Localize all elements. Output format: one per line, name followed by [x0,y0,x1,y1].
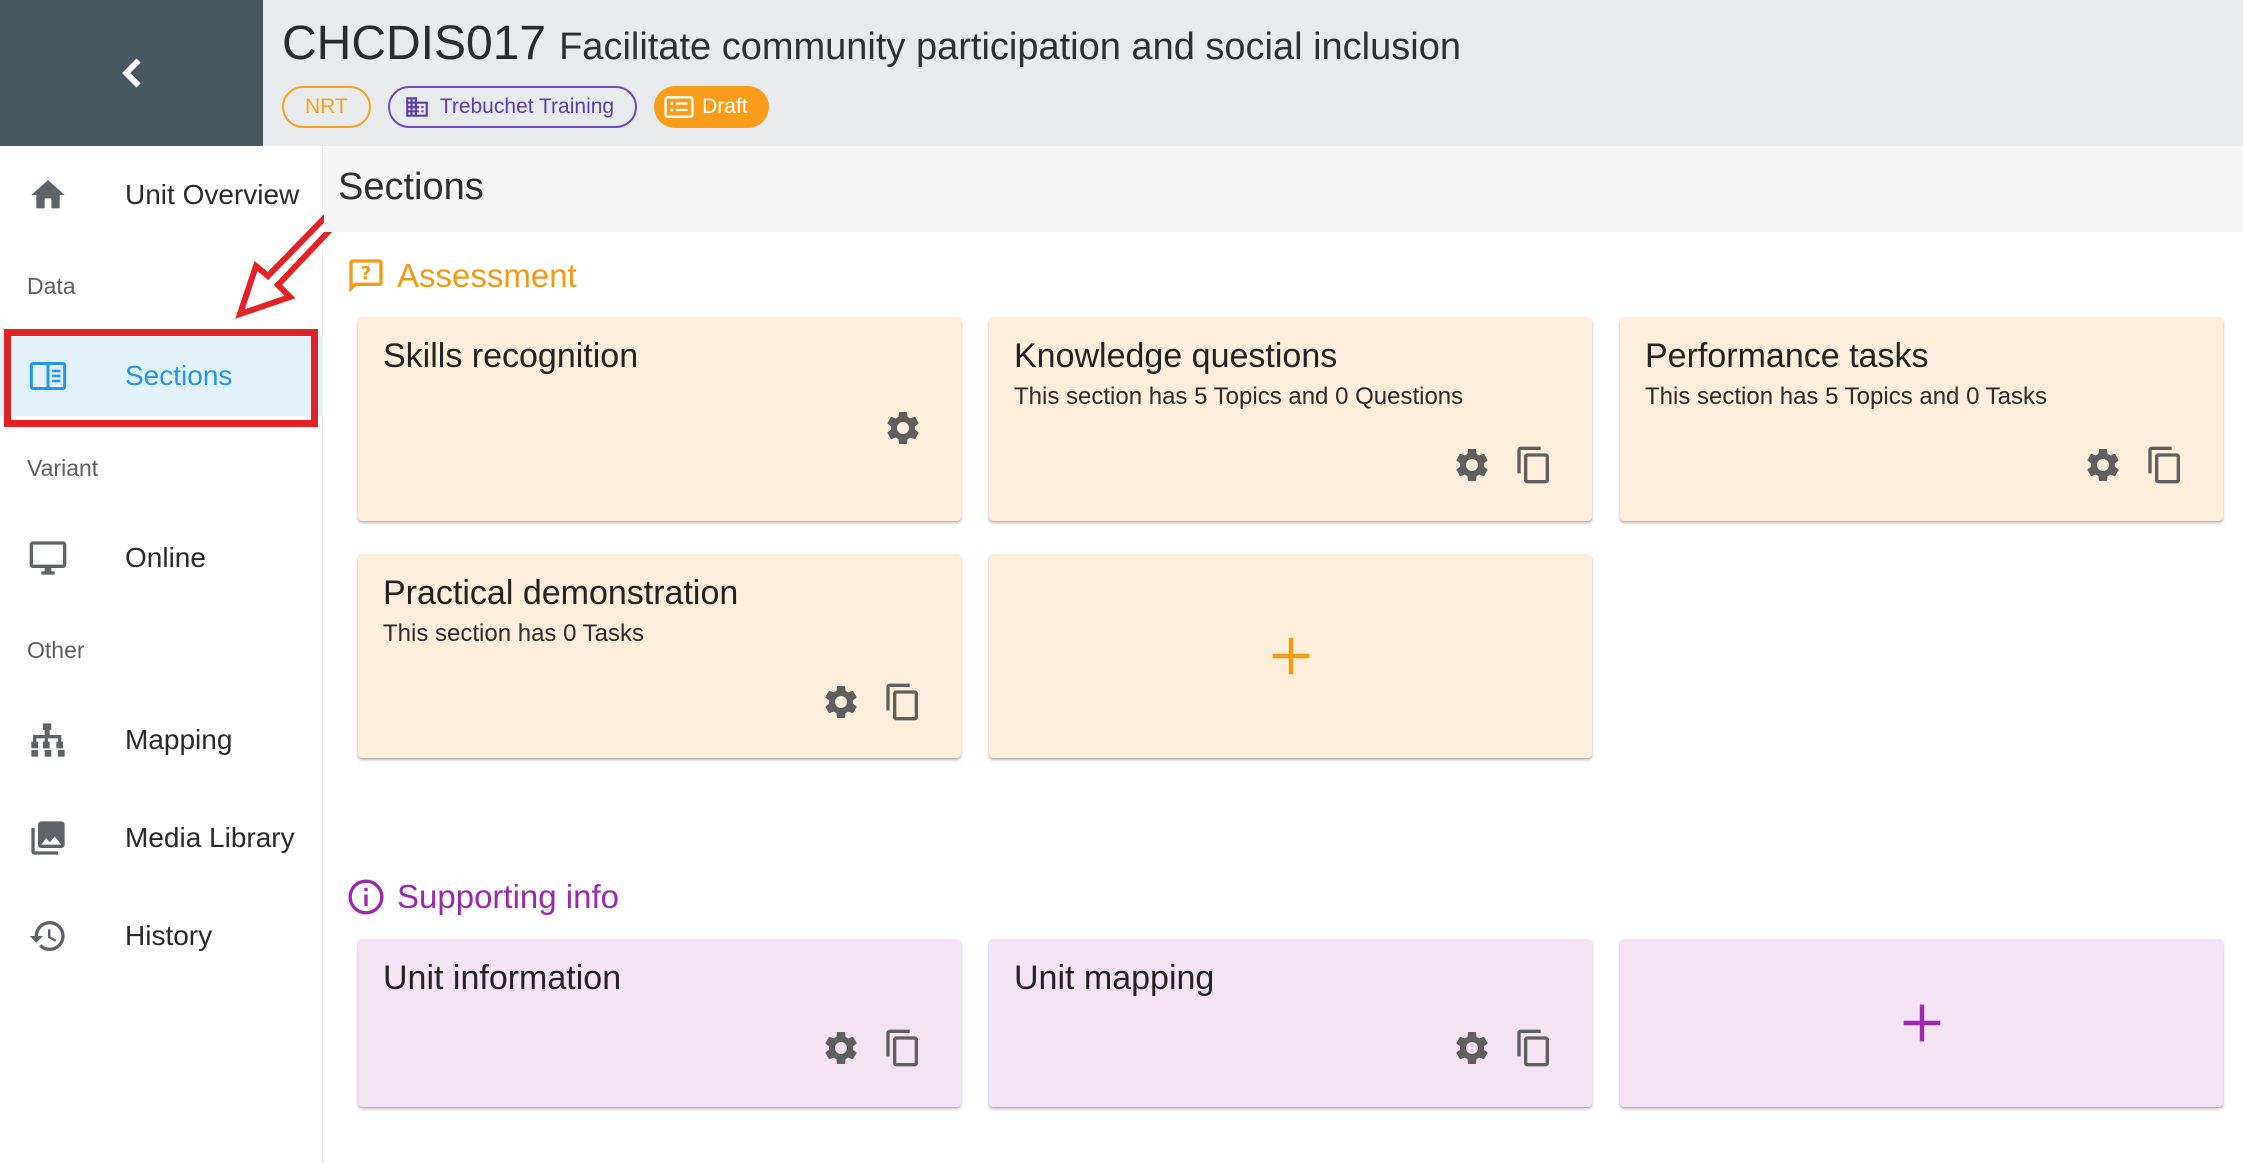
nrt-chip-label: NRT [305,95,348,118]
card-title: Skills recognition [383,337,639,375]
plus-icon [1903,1004,1940,1042]
unit-title: CHCDIS017 Facilitate community participa… [282,16,2243,71]
sidebar-item-online[interactable]: Online [0,518,323,598]
section-card-skills-recognition[interactable]: Skills recognition [358,317,961,521]
add-assessment-section-button[interactable] [989,554,1592,758]
copy-icon [1517,1029,1549,1067]
settings-button[interactable] [819,1026,863,1070]
settings-button[interactable] [1450,443,1494,487]
duplicate-button[interactable] [881,680,925,724]
copy-icon [1517,446,1549,484]
assessment-heading-label: Assessment [397,257,577,294]
section-card-unit-information[interactable]: Unit information [358,939,961,1107]
section-card-unit-mapping[interactable]: Unit mapping [989,939,1592,1107]
sidebar-group-data: Data [27,273,76,299]
plus-icon [1272,637,1309,675]
sidebar-item-mapping[interactable]: Mapping [0,700,323,780]
sidebar-item-label: Mapping [125,724,233,755]
supporting-info-heading: Supporting info [346,877,619,917]
card-actions [819,1026,925,1070]
photo-library-icon [27,817,69,859]
duplicate-button[interactable] [1512,1026,1556,1070]
page-title-bar: Sections [324,146,2243,232]
card-subtitle: This section has 5 Topics and 0 Tasks [1645,383,2047,410]
settings-button[interactable] [2081,443,2125,487]
card-title: Unit mapping [1014,959,1215,997]
main-content: Sections ? Assessment Skills recognition… [324,146,2243,1163]
duplicate-button[interactable] [1512,443,1556,487]
card-actions [1450,1026,1556,1070]
section-card-practical-demonstration[interactable]: Practical demonstration This section has… [358,554,961,758]
duplicate-button[interactable] [881,1026,925,1070]
sidebar-item-history[interactable]: History [0,896,323,976]
gear-icon [1456,1032,1488,1064]
card-actions [881,406,925,450]
gear-icon [2087,449,2119,481]
header-info: CHCDIS017 Facilitate community participa… [263,0,2243,146]
organisation-chip[interactable]: Trebuchet Training [387,86,638,128]
list-status-icon [664,96,694,118]
card-subtitle: This section has 0 Tasks [383,620,645,647]
gear-icon [1456,449,1488,481]
section-card-knowledge-questions[interactable]: Knowledge questions This section has 5 T… [989,317,1592,521]
home-icon [27,174,69,216]
status-badge-label: Draft [702,95,748,118]
card-actions [2081,443,2187,487]
supporting-info-heading-label: Supporting info [397,878,619,915]
duplicate-button[interactable] [2143,443,2187,487]
card-title: Practical demonstration [383,574,739,612]
history-icon [27,915,69,957]
sidebar-item-media-library[interactable]: Media Library [0,798,323,878]
sidebar-item-label: Media Library [125,822,295,853]
copy-icon [2148,446,2180,484]
unit-code: CHCDIS017 [282,17,547,70]
card-subtitle: This section has 5 Topics and 0 Question… [1014,383,1464,410]
building-icon [405,97,428,117]
settings-button[interactable] [1450,1026,1494,1070]
add-supporting-section-button[interactable] [1620,939,2223,1107]
gear-icon [887,412,919,444]
question-feedback-icon: ? [349,259,383,293]
back-button[interactable] [0,0,263,146]
card-title: Performance tasks [1645,337,1929,375]
unit-name: Facilitate community participation and s… [559,26,1461,68]
settings-button[interactable] [881,406,925,450]
annotation-highlight-box [4,329,318,427]
page-title: Sections [338,166,484,208]
chip-row: NRT Trebuchet Training Draft [282,86,2243,128]
sidebar-group-variant: Variant [27,455,99,481]
svg-text:?: ? [361,263,372,284]
settings-button[interactable] [819,680,863,724]
app-header: CHCDIS017 Facilitate community participa… [0,0,2243,146]
sidebar-item-label: History [125,920,213,951]
sidebar-item-label: Online [125,542,206,573]
organisation-chip-label: Trebuchet Training [439,95,615,118]
card-actions [819,680,925,724]
copy-icon [886,683,918,721]
sitemap-icon [27,719,69,761]
nrt-chip: NRT [282,86,371,128]
card-title: Unit information [383,959,622,997]
monitor-icon [27,537,69,579]
chevron-left-icon [121,58,141,88]
info-icon [348,879,384,915]
card-title: Knowledge questions [1014,337,1338,375]
card-actions [1450,443,1556,487]
gear-icon [825,1032,857,1064]
status-badge: Draft [654,86,769,128]
assessment-heading: ? Assessment [346,256,577,296]
section-card-performance-tasks[interactable]: Performance tasks This section has 5 Top… [1620,317,2223,521]
gear-icon [825,686,857,718]
copy-icon [886,1029,918,1067]
sidebar-group-other: Other [27,637,85,663]
